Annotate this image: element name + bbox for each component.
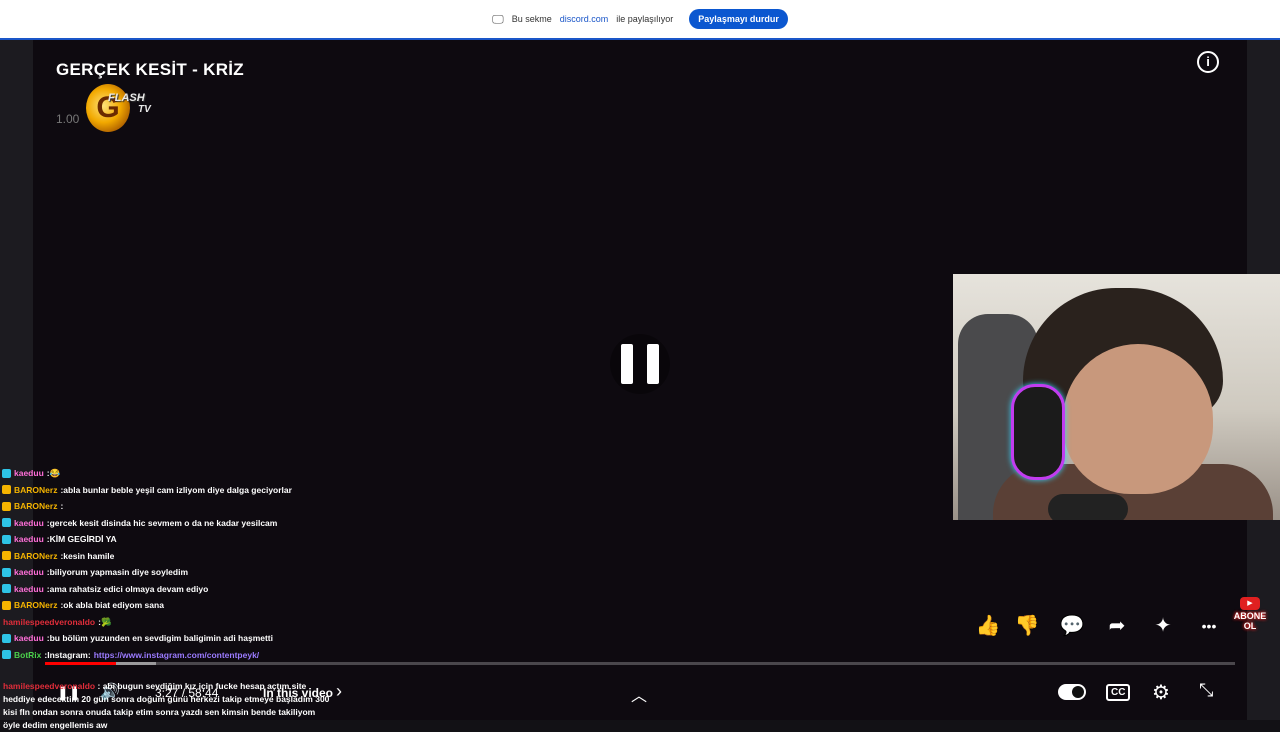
chat-username: BotRix xyxy=(14,649,42,660)
microphone xyxy=(1048,494,1128,520)
chat-message: kaeduu: ama rahatsiz edici olmaya devam … xyxy=(0,581,420,598)
youtube-play-icon: ▶ xyxy=(1240,597,1260,610)
stop-sharing-button[interactable]: Paylaşmayı durdur xyxy=(689,9,788,29)
pause-bar-left xyxy=(621,344,633,384)
comments-icon[interactable]: 💬 xyxy=(1059,613,1085,639)
chat-username: kaeduu xyxy=(14,468,44,478)
chat-username: BARONerz xyxy=(14,484,58,495)
chat-message: BARONerz: abla bunlar beble yeşil cam iz… xyxy=(0,482,420,499)
share-domain-link[interactable]: discord.com xyxy=(560,14,609,24)
more-options-icon[interactable]: ••• xyxy=(1196,613,1222,639)
sparkle-icon[interactable]: ✦ xyxy=(1150,613,1176,639)
logo-flash-text: FLASH xyxy=(108,92,145,104)
channel-logo: 1.00 G FLASH TV xyxy=(56,82,166,134)
chat-username: kaeduu xyxy=(14,534,44,544)
settings-gear-icon[interactable]: ⚙ xyxy=(1152,680,1170,705)
captions-icon[interactable]: CC xyxy=(1106,684,1131,701)
chat-message-text: 🥦 xyxy=(100,616,112,627)
chat-message: BARONerz: kesin hamile xyxy=(0,548,420,565)
chat-username: kaeduu xyxy=(14,583,44,594)
chat-separator: : xyxy=(60,501,64,511)
subscribe-line1: ABONE xyxy=(1233,611,1267,621)
rgb-headset-icon xyxy=(1011,384,1065,480)
chevron-right-icon[interactable]: › xyxy=(336,681,342,702)
streamer-face xyxy=(1063,344,1213,494)
chat-message-text: ama rahatsiz edici olmaya devam ediyo xyxy=(49,583,209,594)
subscribe-text: ABONE OL xyxy=(1233,611,1267,631)
chat-message: kaeduu: gercek kesit disinda hic sevmem … xyxy=(0,515,420,532)
chat-badge-icon xyxy=(2,633,11,643)
subscribe-watermark[interactable]: ▶ ABONE OL xyxy=(1233,597,1267,635)
chat-message: kaeduu: 😂 xyxy=(0,465,420,482)
chat-badge-icon xyxy=(2,501,11,511)
chat-message-text: 😂 xyxy=(49,468,61,478)
share-prefix-text: Bu sekme xyxy=(511,14,552,24)
chat-username: kaeduu xyxy=(14,567,44,577)
chat-message: kaeduu: KİM GEGİRDİ YA xyxy=(0,531,420,548)
chat-message-text: Instagram: xyxy=(47,649,91,660)
chat-badge-icon xyxy=(2,518,11,528)
chat-badge-icon xyxy=(2,584,11,594)
subscribe-line2: OL xyxy=(1243,621,1257,631)
chat-username: BARONerz xyxy=(14,501,58,511)
chat-message-text: bu bölüm yuzunden en sevdigim baligimin … xyxy=(49,633,273,643)
chat-message: BARONerz: xyxy=(0,498,420,515)
chat-message: kaeduu: biliyorum yapmasin diye soyledim xyxy=(0,564,420,581)
chat-message: hamilespeedveronaldo: 🥦 xyxy=(0,614,420,631)
info-icon[interactable]: i xyxy=(1197,51,1219,73)
webcam-overlay xyxy=(953,274,1280,520)
pause-bar-right xyxy=(647,344,659,384)
exit-fullscreen-icon[interactable]: ⤡ xyxy=(1199,680,1213,701)
chat-message-text: KİM GEGİRDİ YA xyxy=(49,534,117,544)
share-suffix-text: ile paylaşılıyor xyxy=(616,14,674,24)
tab-sharing-bar: 🖵 Bu sekme discord.com ile paylaşılıyor … xyxy=(0,0,1280,38)
chat-username: hamilespeedveronaldo xyxy=(3,616,96,627)
chat-message-text: kesin hamile xyxy=(63,550,115,561)
autoplay-toggle-knob xyxy=(1072,686,1084,698)
chat-username: kaeduu xyxy=(14,633,44,643)
chat-message-long: hamilespeedveronaldo : abi bugun sevdiği… xyxy=(3,680,333,732)
playback-speed-overlay: 1.00 xyxy=(56,112,80,126)
chat-message-text: ok abla biat ediyom sana xyxy=(63,600,164,610)
video-title[interactable]: GERÇEK KESİT - KRİZ xyxy=(56,60,244,80)
chat-message: BARONerz: ok abla biat ediyom sana xyxy=(0,597,420,614)
chat-link[interactable]: https://www.instagram.com/contentpeyk/ xyxy=(94,647,259,664)
chat-badge-icon xyxy=(2,534,11,544)
autoplay-toggle[interactable] xyxy=(1058,684,1086,700)
share-icon[interactable]: ➦ xyxy=(1104,613,1130,639)
dislike-icon[interactable]: 👎 xyxy=(1014,613,1040,639)
chat-message-text: abla bunlar beble yeşil cam izliyom diye… xyxy=(63,484,292,495)
chat-message-text: biliyorum yapmasin diye soyledim xyxy=(49,567,189,577)
like-icon[interactable]: 👍 xyxy=(975,613,1001,639)
chat-badge-icon xyxy=(2,485,11,495)
chat-username: hamilespeedveronaldo xyxy=(3,681,96,691)
screen-share-icon: 🖵 xyxy=(492,11,504,26)
chat-username: kaeduu xyxy=(14,517,44,528)
chat-badge-icon xyxy=(2,468,11,478)
logo-tv-text: TV xyxy=(138,104,151,115)
chevron-up-icon[interactable]: ︿ xyxy=(631,682,647,706)
chat-message-text: gercek kesit disinda hic sevmem o da ne … xyxy=(49,517,278,528)
chat-badge-icon xyxy=(2,567,11,577)
chat-username: BARONerz xyxy=(14,550,58,561)
chat-overlay: kaeduu: 😂 BARONerz: abla bunlar beble yeş… xyxy=(0,465,420,730)
chat-username: BARONerz xyxy=(14,600,58,610)
chat-badge-icon xyxy=(2,551,11,561)
chat-message: BotRix: Instagram: https://www.instagram.… xyxy=(0,647,420,664)
chat-badge-icon xyxy=(2,650,11,660)
chat-badge-icon xyxy=(2,600,11,610)
chat-message: kaeduu: bu bölüm yuzunden en sevdigim ba… xyxy=(0,630,420,647)
pause-overlay-button[interactable] xyxy=(610,334,670,394)
